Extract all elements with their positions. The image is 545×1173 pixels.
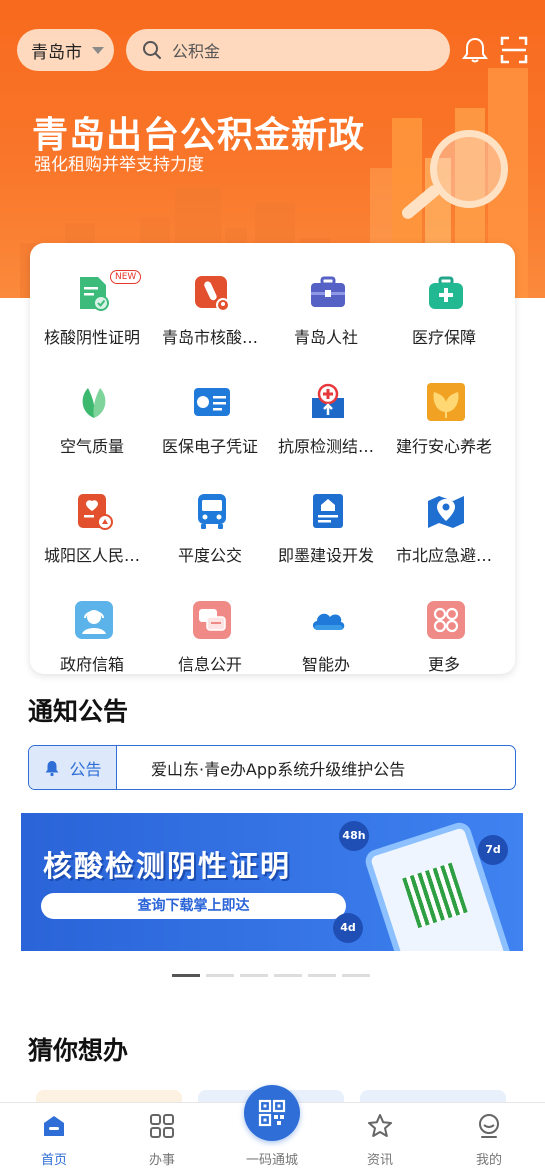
time-bubble: 7d bbox=[478, 835, 508, 865]
service-item[interactable]: 智能办 bbox=[268, 578, 384, 682]
hero-subtitle: 强化租购并举支持力度 bbox=[34, 155, 204, 175]
service-item[interactable]: 空气质量 bbox=[34, 360, 150, 464]
promo-banner[interactable]: 核酸检测阴性证明 查询下载掌上即达 48h 7d 4d bbox=[21, 813, 523, 951]
tab-news[interactable]: 资讯 bbox=[340, 1103, 420, 1173]
bus-icon bbox=[192, 491, 232, 531]
building-doc-icon bbox=[308, 491, 348, 531]
service-item[interactable]: 青岛人社 bbox=[268, 251, 384, 355]
briefcase-icon bbox=[308, 273, 348, 313]
nucleic-certificate-icon bbox=[74, 273, 114, 313]
service-item[interactable]: 城阳区人民… bbox=[34, 469, 150, 573]
service-label: 即墨建设开发 bbox=[277, 546, 374, 565]
notice-section-title: 通知公告 bbox=[28, 697, 129, 726]
city-label: 青岛市 bbox=[31, 42, 82, 63]
carousel-dot[interactable] bbox=[206, 974, 234, 977]
service-item[interactable]: 青岛市核酸… bbox=[152, 251, 268, 355]
carousel-dot[interactable] bbox=[274, 974, 302, 977]
service-label: 市北应急避… bbox=[395, 546, 492, 565]
service-label: 空气质量 bbox=[59, 437, 124, 456]
app-home-screen: 青岛出台公积金新政 强化租购并举支持力度 青岛市 公积金 NEW 核酸阴性证明 青岛… bbox=[0, 0, 545, 1173]
home-icon bbox=[44, 1116, 64, 1136]
magnifier-illustration bbox=[430, 130, 508, 208]
tab-label: 我的 bbox=[475, 1153, 502, 1168]
qr-code-icon bbox=[258, 1099, 286, 1127]
bell-icon[interactable] bbox=[460, 35, 490, 65]
leaf-icon bbox=[74, 382, 114, 422]
service-item[interactable]: 政府信箱 bbox=[34, 578, 150, 682]
tab-home[interactable]: 首页 bbox=[14, 1103, 94, 1173]
service-label: 更多 bbox=[427, 655, 460, 674]
ginkgo-icon bbox=[426, 382, 466, 422]
time-bubble: 48h bbox=[339, 821, 369, 851]
tab-label: 资讯 bbox=[366, 1153, 393, 1168]
service-label: 青岛市核酸… bbox=[161, 328, 258, 347]
star-icon bbox=[368, 1114, 392, 1137]
service-item[interactable]: 市北应急避… bbox=[386, 469, 502, 573]
tab-services[interactable]: 办事 bbox=[122, 1103, 202, 1173]
tab-label: 一码通城 bbox=[245, 1153, 298, 1168]
carousel-dot[interactable] bbox=[172, 974, 200, 977]
tab-label: 办事 bbox=[148, 1153, 175, 1168]
promo-banner-subtitle: 查询下载掌上即达 bbox=[41, 893, 346, 919]
new-badge: NEW bbox=[110, 270, 142, 284]
carousel-dot[interactable] bbox=[240, 974, 268, 977]
service-label: 医保电子凭证 bbox=[161, 437, 258, 456]
customer-service-icon bbox=[74, 600, 114, 640]
promo-banner-title: 核酸检测阴性证明 bbox=[43, 849, 292, 883]
service-label: 青岛人社 bbox=[293, 328, 358, 347]
medical-kit-icon bbox=[426, 273, 466, 313]
bell-icon bbox=[45, 760, 59, 776]
service-item[interactable]: 抗原检测结… bbox=[268, 360, 384, 464]
service-item[interactable]: NEW 核酸阴性证明 bbox=[34, 251, 150, 355]
tab-profile[interactable]: 我的 bbox=[449, 1103, 529, 1173]
qr-illustration bbox=[402, 862, 468, 929]
service-label: 建行安心养老 bbox=[395, 437, 492, 456]
service-item[interactable]: 即墨建设开发 bbox=[268, 469, 384, 573]
carousel-dot[interactable] bbox=[308, 974, 336, 977]
scan-icon[interactable] bbox=[500, 36, 528, 64]
service-label: 信息公开 bbox=[177, 655, 242, 674]
service-label: 平度公交 bbox=[177, 546, 242, 565]
cloud-icon bbox=[308, 600, 348, 640]
notice-tag: 公告 bbox=[29, 746, 117, 789]
caret-down-icon bbox=[92, 46, 104, 54]
city-selector[interactable]: 青岛市 bbox=[17, 29, 114, 71]
service-grid-card: NEW 核酸阴性证明 青岛市核酸… 青岛人社 医疗保障空气质量 医保电子凭证 抗原检测结… 建… bbox=[30, 243, 515, 674]
tab-label: 首页 bbox=[40, 1153, 67, 1168]
notice-text[interactable]: 爱山东·青e办App系统升级维护公告 bbox=[117, 746, 405, 789]
notice-bar[interactable]: 公告 爱山东·青e办App系统升级维护公告 bbox=[28, 745, 516, 790]
service-label: 智能办 bbox=[301, 655, 350, 674]
service-label: 政府信箱 bbox=[59, 655, 124, 674]
service-label: 医疗保障 bbox=[411, 328, 476, 347]
service-item[interactable]: 平度公交 bbox=[152, 469, 268, 573]
more-grid-icon bbox=[426, 600, 466, 640]
notice-tag-label: 公告 bbox=[69, 759, 102, 779]
chat-bubbles-icon bbox=[192, 600, 232, 640]
profile-icon bbox=[479, 1114, 499, 1138]
service-item[interactable]: 建行安心养老 bbox=[386, 360, 502, 464]
service-label: 抗原检测结… bbox=[277, 437, 374, 456]
medical-card-icon bbox=[192, 382, 232, 422]
apps-grid-icon bbox=[150, 1114, 174, 1138]
qr-code-button[interactable] bbox=[244, 1085, 300, 1141]
service-label: 城阳区人民… bbox=[43, 546, 140, 565]
search-icon bbox=[143, 41, 161, 59]
service-item[interactable]: 更多 bbox=[386, 578, 502, 682]
test-tube-location-icon bbox=[192, 273, 232, 313]
service-item[interactable]: 信息公开 bbox=[152, 578, 268, 682]
service-item[interactable]: 医疗保障 bbox=[386, 251, 502, 355]
search-input[interactable]: 公积金 bbox=[126, 29, 450, 71]
time-bubble: 4d bbox=[333, 913, 363, 943]
map-pin-icon bbox=[426, 491, 466, 531]
carousel-indicator[interactable] bbox=[172, 974, 370, 977]
carousel-dot[interactable] bbox=[342, 974, 370, 977]
antigen-upload-icon bbox=[308, 382, 348, 422]
hospital-report-icon bbox=[74, 491, 114, 531]
search-placeholder: 公积金 bbox=[172, 42, 221, 61]
service-label: 核酸阴性证明 bbox=[43, 328, 140, 347]
service-grid: NEW 核酸阴性证明 青岛市核酸… 青岛人社 医疗保障空气质量 医保电子凭证 抗原检测结… 建… bbox=[30, 243, 515, 674]
service-item[interactable]: 医保电子凭证 bbox=[152, 360, 268, 464]
guess-section-title: 猜你想办 bbox=[28, 1036, 129, 1065]
